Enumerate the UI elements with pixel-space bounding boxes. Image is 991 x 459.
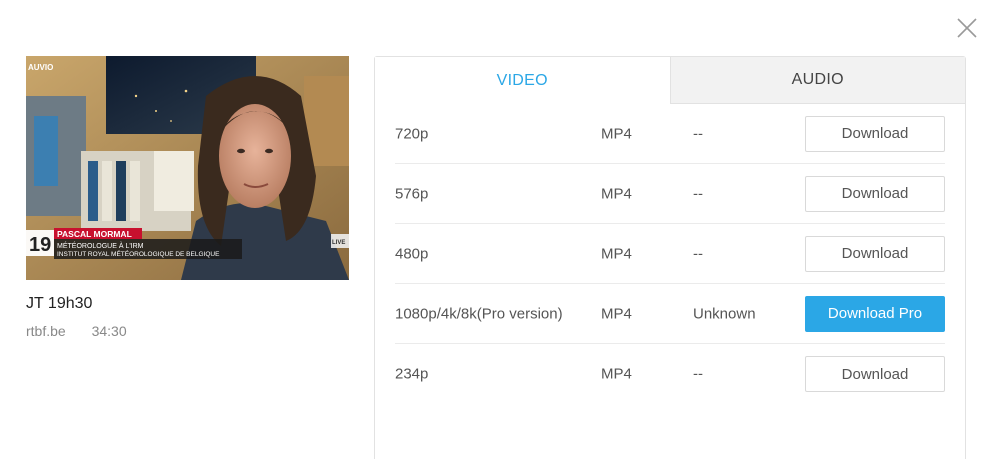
resolution-label: 1080p/4k/8k(Pro version) <box>395 305 563 322</box>
lower-third-line1: MÉTÉOROLOGUE À L'IRM <box>57 241 144 250</box>
format-label: MP4 <box>601 185 632 202</box>
format-label: MP4 <box>601 245 632 262</box>
format-label: MP4 <box>601 305 632 322</box>
size-label: -- <box>693 245 703 262</box>
size-label: -- <box>693 185 703 202</box>
size-label: Unknown <box>693 305 756 322</box>
tab-audio[interactable]: AUDIO <box>669 57 965 104</box>
resolution-label: 234p <box>395 365 429 383</box>
format-row: 480p MP4 -- Download <box>395 224 945 284</box>
lower-third-line2: INSTITUT ROYAL MÉTÉOROLOGIQUE DE BELGIQU… <box>57 249 220 258</box>
resolution-label: 480p <box>395 245 429 262</box>
size-label: -- <box>693 365 703 383</box>
size-label: -- <box>693 125 703 142</box>
tab-video[interactable]: VIDEO <box>375 57 670 104</box>
format-row: 720p MP4 -- Download <box>395 104 945 164</box>
format-list: 720p MP4 -- Download 576p MP4 -- Downloa… <box>375 104 965 404</box>
download-panel: VIDEO AUDIO 720p MP4 -- Download 576p MP… <box>374 56 966 459</box>
format-tabs: VIDEO AUDIO <box>375 57 965 104</box>
video-duration: 34:30 <box>91 323 127 339</box>
video-title: JT 19h30 <box>26 295 93 312</box>
video-meta: rtbf.be 34:30 <box>26 323 127 339</box>
download-button[interactable]: Download <box>805 356 945 392</box>
format-label: MP4 <box>601 125 632 142</box>
resolution-label: 720p <box>395 125 429 142</box>
download-pro-button[interactable]: Download Pro <box>805 295 945 332</box>
close-icon <box>957 18 977 38</box>
resolution-label: 576p <box>395 185 429 202</box>
download-button[interactable]: Download <box>805 115 945 152</box>
download-button[interactable]: Download <box>805 235 945 272</box>
download-button[interactable]: Download <box>805 175 945 212</box>
video-source[interactable]: rtbf.be <box>26 323 66 339</box>
side-tag: LIVE <box>332 240 345 246</box>
channel-badge: 19 <box>29 234 51 256</box>
corner-logo: AUVIO <box>28 63 53 72</box>
format-row: 576p MP4 -- Download <box>395 164 945 224</box>
lower-third-name: PASCAL MORMAL <box>57 229 132 239</box>
close-button[interactable] <box>955 16 979 40</box>
format-row: 1080p/4k/8k(Pro version) MP4 Unknown Dow… <box>395 284 945 344</box>
format-label: MP4 <box>601 365 632 383</box>
video-thumbnail: AUVIO 19 PASCAL MORMAL MÉTÉOROLOGUE À L'… <box>26 56 349 280</box>
format-row: 234p MP4 -- Download <box>395 344 945 404</box>
